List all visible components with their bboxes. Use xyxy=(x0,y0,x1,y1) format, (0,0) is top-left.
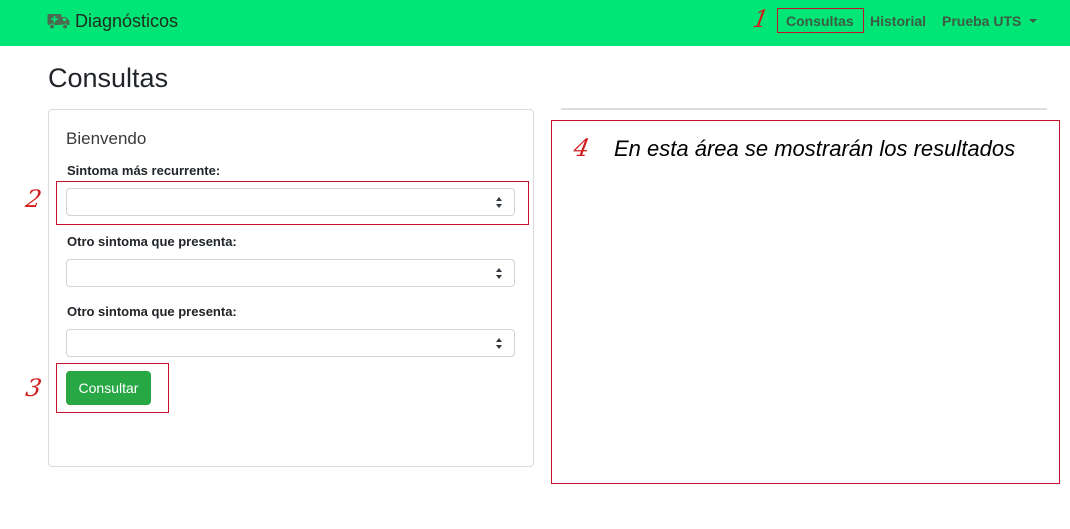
select-arrows-icon xyxy=(496,338,503,350)
user-menu-label: Prueba UTS xyxy=(942,13,1022,29)
annotation-box-3 xyxy=(56,363,169,413)
results-area xyxy=(551,120,1060,484)
ambulance-icon xyxy=(47,14,70,30)
results-placeholder: En esta área se mostrarán los resultados xyxy=(614,136,1016,161)
symptom-2-select[interactable] xyxy=(66,259,515,287)
annotation-number-3: 3 xyxy=(23,374,44,402)
caret-down-icon xyxy=(1029,19,1038,23)
results-divider xyxy=(561,108,1047,110)
symptom-3-label: Otro sintoma que presenta: xyxy=(67,304,237,319)
symptom-3-select[interactable] xyxy=(66,329,515,357)
annotation-number-2: 2 xyxy=(23,185,44,213)
user-menu-dropdown[interactable]: Prueba UTS xyxy=(942,13,1038,29)
navbar: Diagnósticos Consultas Historial Prueba … xyxy=(0,0,1070,46)
select-arrows-icon xyxy=(496,268,503,280)
symptom-2-label: Otro sintoma que presenta: xyxy=(67,234,237,249)
form-title: Bienvendo xyxy=(66,129,147,148)
brand-name: Diagnósticos xyxy=(75,10,179,31)
symptom-1-label: Sintoma más recurrente: xyxy=(67,163,221,178)
nav-link-historial[interactable]: Historial xyxy=(870,13,926,29)
page-title: Consultas xyxy=(48,63,169,93)
annotation-box-2 xyxy=(56,181,529,225)
brand[interactable]: Diagnósticos xyxy=(47,9,178,33)
annotation-box-1 xyxy=(777,8,864,33)
